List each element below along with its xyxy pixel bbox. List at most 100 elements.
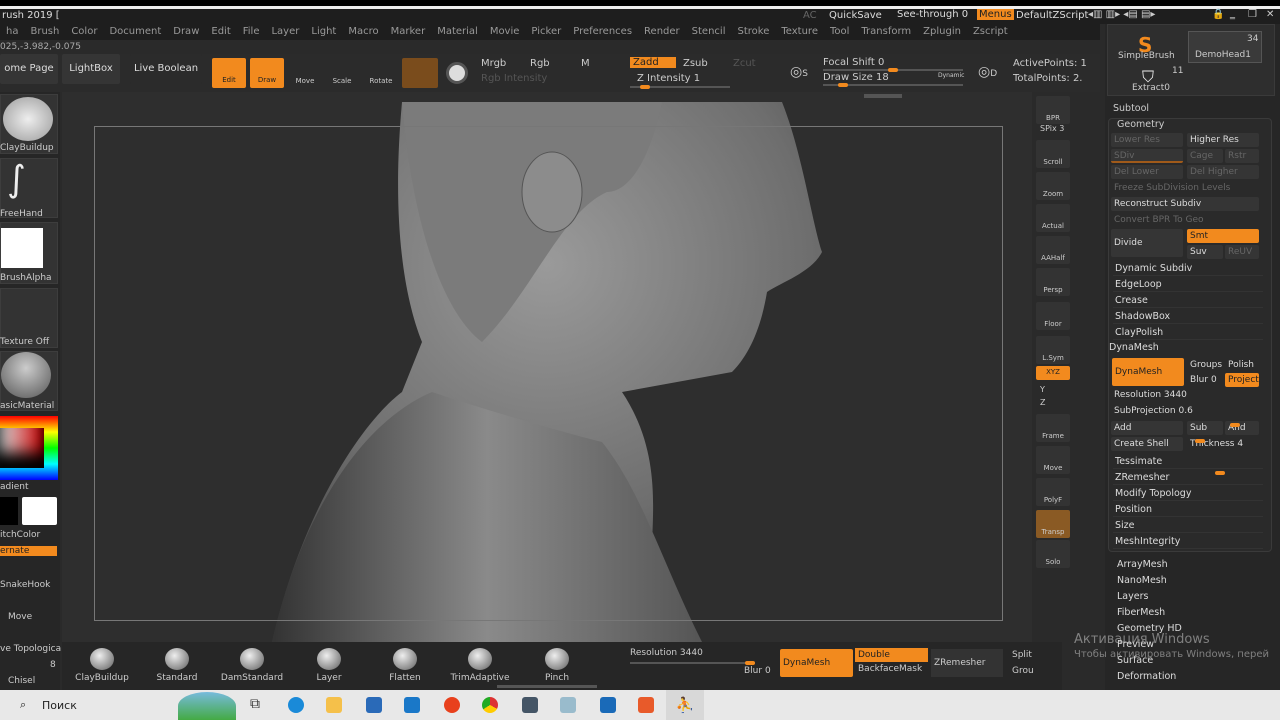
extract-label[interactable]: Extract0: [1132, 83, 1170, 93]
menu-file[interactable]: File: [237, 24, 266, 40]
menu-tool[interactable]: Tool: [824, 24, 855, 40]
slider-knob[interactable]: [1215, 471, 1225, 475]
create-shell-button[interactable]: Create Shell: [1111, 437, 1183, 451]
edit-button[interactable]: Edit: [212, 58, 246, 88]
brush-layer[interactable]: Layer: [294, 648, 364, 683]
z-intensity-slider[interactable]: Z Intensity 1: [637, 73, 700, 84]
chrome-icon[interactable]: [482, 697, 498, 713]
brush-flatten[interactable]: Flatten: [370, 648, 440, 683]
menu-zscript[interactable]: Zscript: [967, 24, 1014, 40]
dynamesh-button[interactable]: DynaMesh: [1112, 358, 1184, 386]
divide-button[interactable]: Divide: [1111, 229, 1183, 257]
focal-shift-track[interactable]: [823, 68, 963, 72]
blur-slider[interactable]: Blur 0: [744, 666, 771, 676]
restore-icon[interactable]: ❐: [1248, 9, 1257, 20]
menu-layer[interactable]: Layer: [265, 24, 305, 40]
close-icon[interactable]: ✕: [1266, 9, 1274, 20]
menu-brush[interactable]: Brush: [24, 24, 65, 40]
main-color-swatch[interactable]: [0, 497, 18, 525]
resolution-slider[interactable]: Resolution 3440: [1111, 388, 1259, 402]
shelf-persp-button[interactable]: Persp: [1036, 268, 1070, 296]
menu-render[interactable]: Render: [638, 24, 686, 40]
calculator-icon[interactable]: [522, 697, 538, 713]
m-button[interactable]: M: [581, 58, 590, 69]
ac-button[interactable]: AC: [803, 10, 817, 21]
edge-icon[interactable]: [288, 697, 304, 713]
zbrush-taskbar-button[interactable]: ⛹: [666, 690, 704, 720]
menu-texture[interactable]: Texture: [775, 24, 824, 40]
section-deformation[interactable]: Deformation: [1117, 671, 1176, 682]
shelf-z-button[interactable]: Z: [1040, 398, 1045, 407]
alternate-button[interactable]: ernate: [0, 546, 57, 556]
section-layers[interactable]: Layers: [1117, 591, 1148, 602]
brush-pinch[interactable]: Pinch: [522, 648, 592, 683]
draw-size-track[interactable]: [823, 83, 963, 87]
brush-standard[interactable]: Standard: [142, 648, 212, 683]
project-toggle[interactable]: Project: [1225, 373, 1259, 387]
brush-claybuildup[interactable]: ClayBuildup: [67, 648, 137, 683]
shelf-aahalf-button[interactable]: AAHalf: [1036, 236, 1070, 264]
menu-stroke[interactable]: Stroke: [731, 24, 775, 40]
shelf-spix-3-button[interactable]: SPix 3: [1040, 124, 1064, 133]
explorer-icon[interactable]: [326, 697, 342, 713]
higher-res-button[interactable]: Higher Res: [1187, 133, 1259, 147]
suv-toggle[interactable]: Suv: [1187, 245, 1223, 259]
photos-icon[interactable]: [600, 697, 616, 713]
brush-damstandard[interactable]: DamStandard: [217, 648, 287, 683]
home-page-button[interactable]: ome Page: [0, 54, 58, 84]
polish-toggle[interactable]: Polish: [1225, 358, 1259, 372]
panel-item-dynamic-subdiv[interactable]: Dynamic Subdiv: [1113, 261, 1263, 276]
sdiv-slider[interactable]: SDiv: [1111, 149, 1183, 163]
geometry-header[interactable]: Geometry: [1117, 119, 1164, 130]
slider-knob[interactable]: [1195, 439, 1205, 443]
brush-move[interactable]: Move: [8, 612, 32, 622]
reconstruct-subdiv-button[interactable]: Reconstruct Subdiv: [1111, 197, 1259, 211]
quicksave-button[interactable]: QuickSave: [829, 10, 882, 21]
z-intensity-track[interactable]: [630, 85, 730, 89]
menu-marker[interactable]: Marker: [385, 24, 432, 40]
taskbar-search[interactable]: Поиск: [42, 699, 77, 712]
live-boolean-button[interactable]: Live Boolean: [130, 54, 202, 84]
menu-material[interactable]: Material: [431, 24, 484, 40]
groups-button[interactable]: Grou: [1012, 666, 1034, 676]
dynamesh-header[interactable]: DynaMesh: [1109, 342, 1159, 353]
brush-chisel[interactable]: Chisel: [8, 676, 35, 686]
scale-button[interactable]: Scale: [327, 58, 357, 88]
minimize-icon[interactable]: ‗: [1230, 9, 1235, 20]
smt-toggle[interactable]: Smt: [1187, 229, 1259, 243]
secondary-color-swatch[interactable]: [22, 497, 57, 525]
search-icon[interactable]: ⌕: [20, 698, 26, 712]
menu-movie[interactable]: Movie: [484, 24, 526, 40]
shelf-floor-button[interactable]: Floor: [1036, 302, 1070, 330]
convert-bpr-button[interactable]: Convert BPR To Geo: [1111, 213, 1259, 227]
cage-button[interactable]: Cage: [1187, 149, 1223, 163]
lock-icon[interactable]: 🔒: [1212, 9, 1224, 20]
task-view-icon[interactable]: ⧉: [250, 696, 260, 712]
brush-move-topological[interactable]: ve Topologica: [0, 644, 61, 654]
panel-item-claypolish[interactable]: ClayPolish: [1113, 325, 1263, 340]
menu-light[interactable]: Light: [305, 24, 342, 40]
section-arraymesh[interactable]: ArrayMesh: [1117, 559, 1168, 570]
menu-macro[interactable]: Macro: [342, 24, 384, 40]
shelf-polyf-button[interactable]: PolyF: [1036, 478, 1070, 506]
del-higher-button[interactable]: Del Higher: [1187, 165, 1259, 179]
zremesher-button[interactable]: ZRemesher: [931, 649, 1003, 677]
del-lower-button[interactable]: Del Lower: [1111, 165, 1183, 179]
backfacemask-button[interactable]: BackfaceMask: [858, 664, 922, 674]
lightbox-button[interactable]: LightBox: [62, 54, 120, 84]
zcut-button[interactable]: Zcut: [733, 58, 756, 69]
freeze-subdivision-button[interactable]: Freeze SubDivision Levels: [1111, 181, 1259, 195]
layout-arrows-icon[interactable]: ◂▥ ▥▸ ◂▤ ▤▸: [1088, 9, 1155, 20]
material-swatch-button[interactable]: [402, 58, 438, 88]
menu-ha[interactable]: ha: [0, 24, 24, 40]
menu-preferences[interactable]: Preferences: [567, 24, 638, 40]
menus-button[interactable]: Menus: [977, 9, 1014, 20]
slider-knob[interactable]: [1230, 423, 1240, 427]
shelf-l-sym-button[interactable]: L.Sym: [1036, 336, 1070, 364]
panel-item-meshintegrity[interactable]: MeshIntegrity: [1113, 534, 1263, 549]
sub-button[interactable]: Sub: [1187, 421, 1223, 435]
shelf-bpr-button[interactable]: BPR: [1036, 96, 1070, 124]
menu-draw[interactable]: Draw: [167, 24, 205, 40]
move-button[interactable]: Move: [290, 58, 320, 88]
stroke-d-icon[interactable]: ◎D: [978, 64, 997, 80]
